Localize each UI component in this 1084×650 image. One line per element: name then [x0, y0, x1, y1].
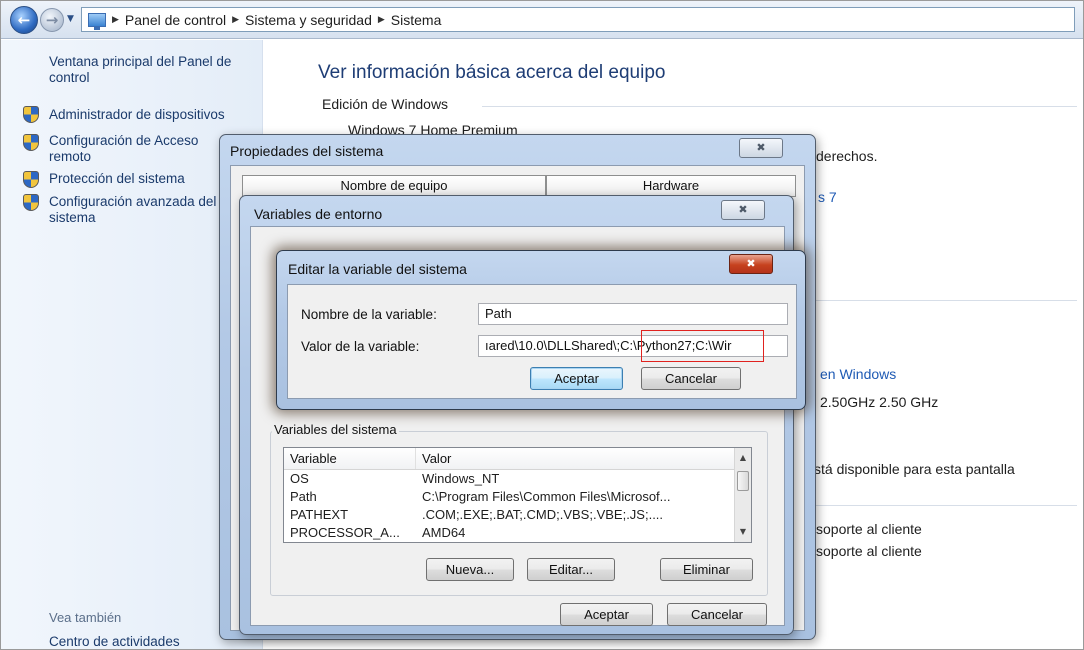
control-panel-home-link[interactable]: Ventana principal del Panel de control	[49, 54, 259, 86]
variable-value: C:\Program Files\Common Files\Microsof..…	[422, 489, 671, 504]
dialog-title: Variables de entorno	[254, 206, 383, 222]
forward-arrow-icon[interactable]: →	[40, 8, 64, 32]
chevron-right-icon[interactable]: ▶	[232, 14, 239, 25]
cancel-button[interactable]: Cancelar	[641, 367, 741, 390]
system-protection-link[interactable]: Protección del sistema	[49, 171, 219, 187]
variable-name: PATHEXT	[290, 507, 349, 522]
uac-shield-icon	[23, 171, 39, 188]
dialog-title: Propiedades del sistema	[230, 143, 384, 159]
column-header-value[interactable]: Valor	[416, 448, 451, 469]
close-icon[interactable]: ✖	[729, 254, 773, 274]
close-icon[interactable]: ✖	[739, 138, 783, 158]
list-header: Variable Valor	[284, 448, 751, 470]
support-text: soporte al cliente	[816, 521, 922, 537]
uac-shield-icon	[23, 194, 39, 211]
windows-experience-link[interactable]: en Windows	[820, 366, 896, 382]
variable-name-field[interactable]: Path	[478, 303, 788, 325]
tab-hardware[interactable]: Hardware	[546, 175, 796, 197]
back-arrow-icon[interactable]: ←	[10, 6, 38, 34]
windows-edition-heading: Edición de Windows	[322, 96, 449, 112]
processor-speed-text: 2.50GHz 2.50 GHz	[820, 394, 939, 410]
breadcrumb-item[interactable]: Sistema y seguridad	[245, 12, 372, 28]
scrollbar-thumb[interactable]	[737, 471, 749, 491]
scroll-up-icon[interactable]: ▲	[735, 450, 751, 466]
vertical-scrollbar[interactable]: ▲ ▼	[734, 448, 751, 542]
remote-settings-link[interactable]: Configuración de Acceso remoto	[49, 133, 214, 165]
variable-value-label: Valor de la variable:	[301, 339, 420, 354]
new-variable-button[interactable]: Nueva...	[426, 558, 514, 581]
system-variables-label: Variables del sistema	[272, 422, 399, 437]
table-row[interactable]: PATHEXT .COM;.EXE;.BAT;.CMD;.VBS;.VBE;.J…	[284, 506, 751, 524]
action-center-link[interactable]: Centro de actividades	[49, 634, 180, 650]
pen-touch-text: stá disponible para esta pantalla	[814, 461, 1015, 477]
see-also-heading: Vea también	[49, 610, 122, 625]
history-dropdown-icon[interactable]: ▼	[67, 14, 74, 24]
variable-name: PROCESSOR_A...	[290, 525, 400, 540]
column-header-variable[interactable]: Variable	[284, 448, 416, 469]
breadcrumb[interactable]: ▶ Panel de control ▶ Sistema y seguridad…	[81, 7, 1075, 32]
cancel-button[interactable]: Cancelar	[667, 603, 767, 626]
table-row[interactable]: PROCESSOR_A... AMD64	[284, 524, 751, 542]
control-panel-icon	[88, 12, 106, 30]
table-row[interactable]: OS Windows_NT	[284, 470, 751, 488]
variable-value: .COM;.EXE;.BAT;.CMD;.VBS;.VBE;.JS;....	[422, 507, 664, 522]
variable-name-label: Nombre de la variable:	[301, 307, 437, 322]
divider	[815, 505, 1077, 506]
table-row[interactable]: Path C:\Program Files\Common Files\Micro…	[284, 488, 751, 506]
support-text: soporte al cliente	[816, 543, 922, 559]
tab-computer-name[interactable]: Nombre de equipo	[242, 175, 546, 197]
edit-variable-button[interactable]: Editar...	[527, 558, 615, 581]
ok-button[interactable]: Aceptar	[530, 367, 623, 390]
dialog-title: Editar la variable del sistema	[288, 261, 467, 277]
ok-button[interactable]: Aceptar	[560, 603, 653, 626]
device-manager-link[interactable]: Administrador de dispositivos	[49, 107, 259, 123]
scroll-down-icon[interactable]: ▼	[735, 524, 751, 540]
variable-value: Windows_NT	[422, 471, 500, 486]
delete-variable-button[interactable]: Eliminar	[660, 558, 753, 581]
breadcrumb-item[interactable]: Panel de control	[125, 12, 226, 28]
variable-name: OS	[290, 471, 309, 486]
chevron-right-icon[interactable]: ▶	[378, 14, 385, 25]
advanced-system-settings-link[interactable]: Configuración avanzada del sistema	[49, 194, 221, 226]
uac-shield-icon	[23, 134, 39, 151]
highlight-annotation	[641, 330, 764, 362]
system-variables-list[interactable]: Variable Valor OS Windows_NT Path C:\Pro…	[283, 447, 752, 543]
page-title: Ver información básica acerca del equipo	[318, 62, 666, 83]
close-icon[interactable]: ✖	[721, 200, 765, 220]
breadcrumb-item[interactable]: Sistema	[391, 12, 442, 28]
chevron-right-icon[interactable]: ▶	[112, 14, 119, 25]
service-pack-text: s 7	[818, 189, 837, 205]
address-bar: ← → ▼ ▶ Panel de control ▶ Sistema y seg…	[1, 1, 1083, 39]
tab-strip: Nombre de equipo Hardware	[242, 175, 796, 197]
divider	[482, 106, 1077, 107]
edit-system-variable-dialog: Editar la variable del sistema ✖ Nombre …	[276, 250, 806, 410]
divider	[815, 300, 1077, 301]
variable-value: AMD64	[422, 525, 466, 540]
copyright-rights-text: derechos.	[816, 148, 878, 164]
uac-shield-icon	[23, 106, 39, 123]
variable-name: Path	[290, 489, 317, 504]
